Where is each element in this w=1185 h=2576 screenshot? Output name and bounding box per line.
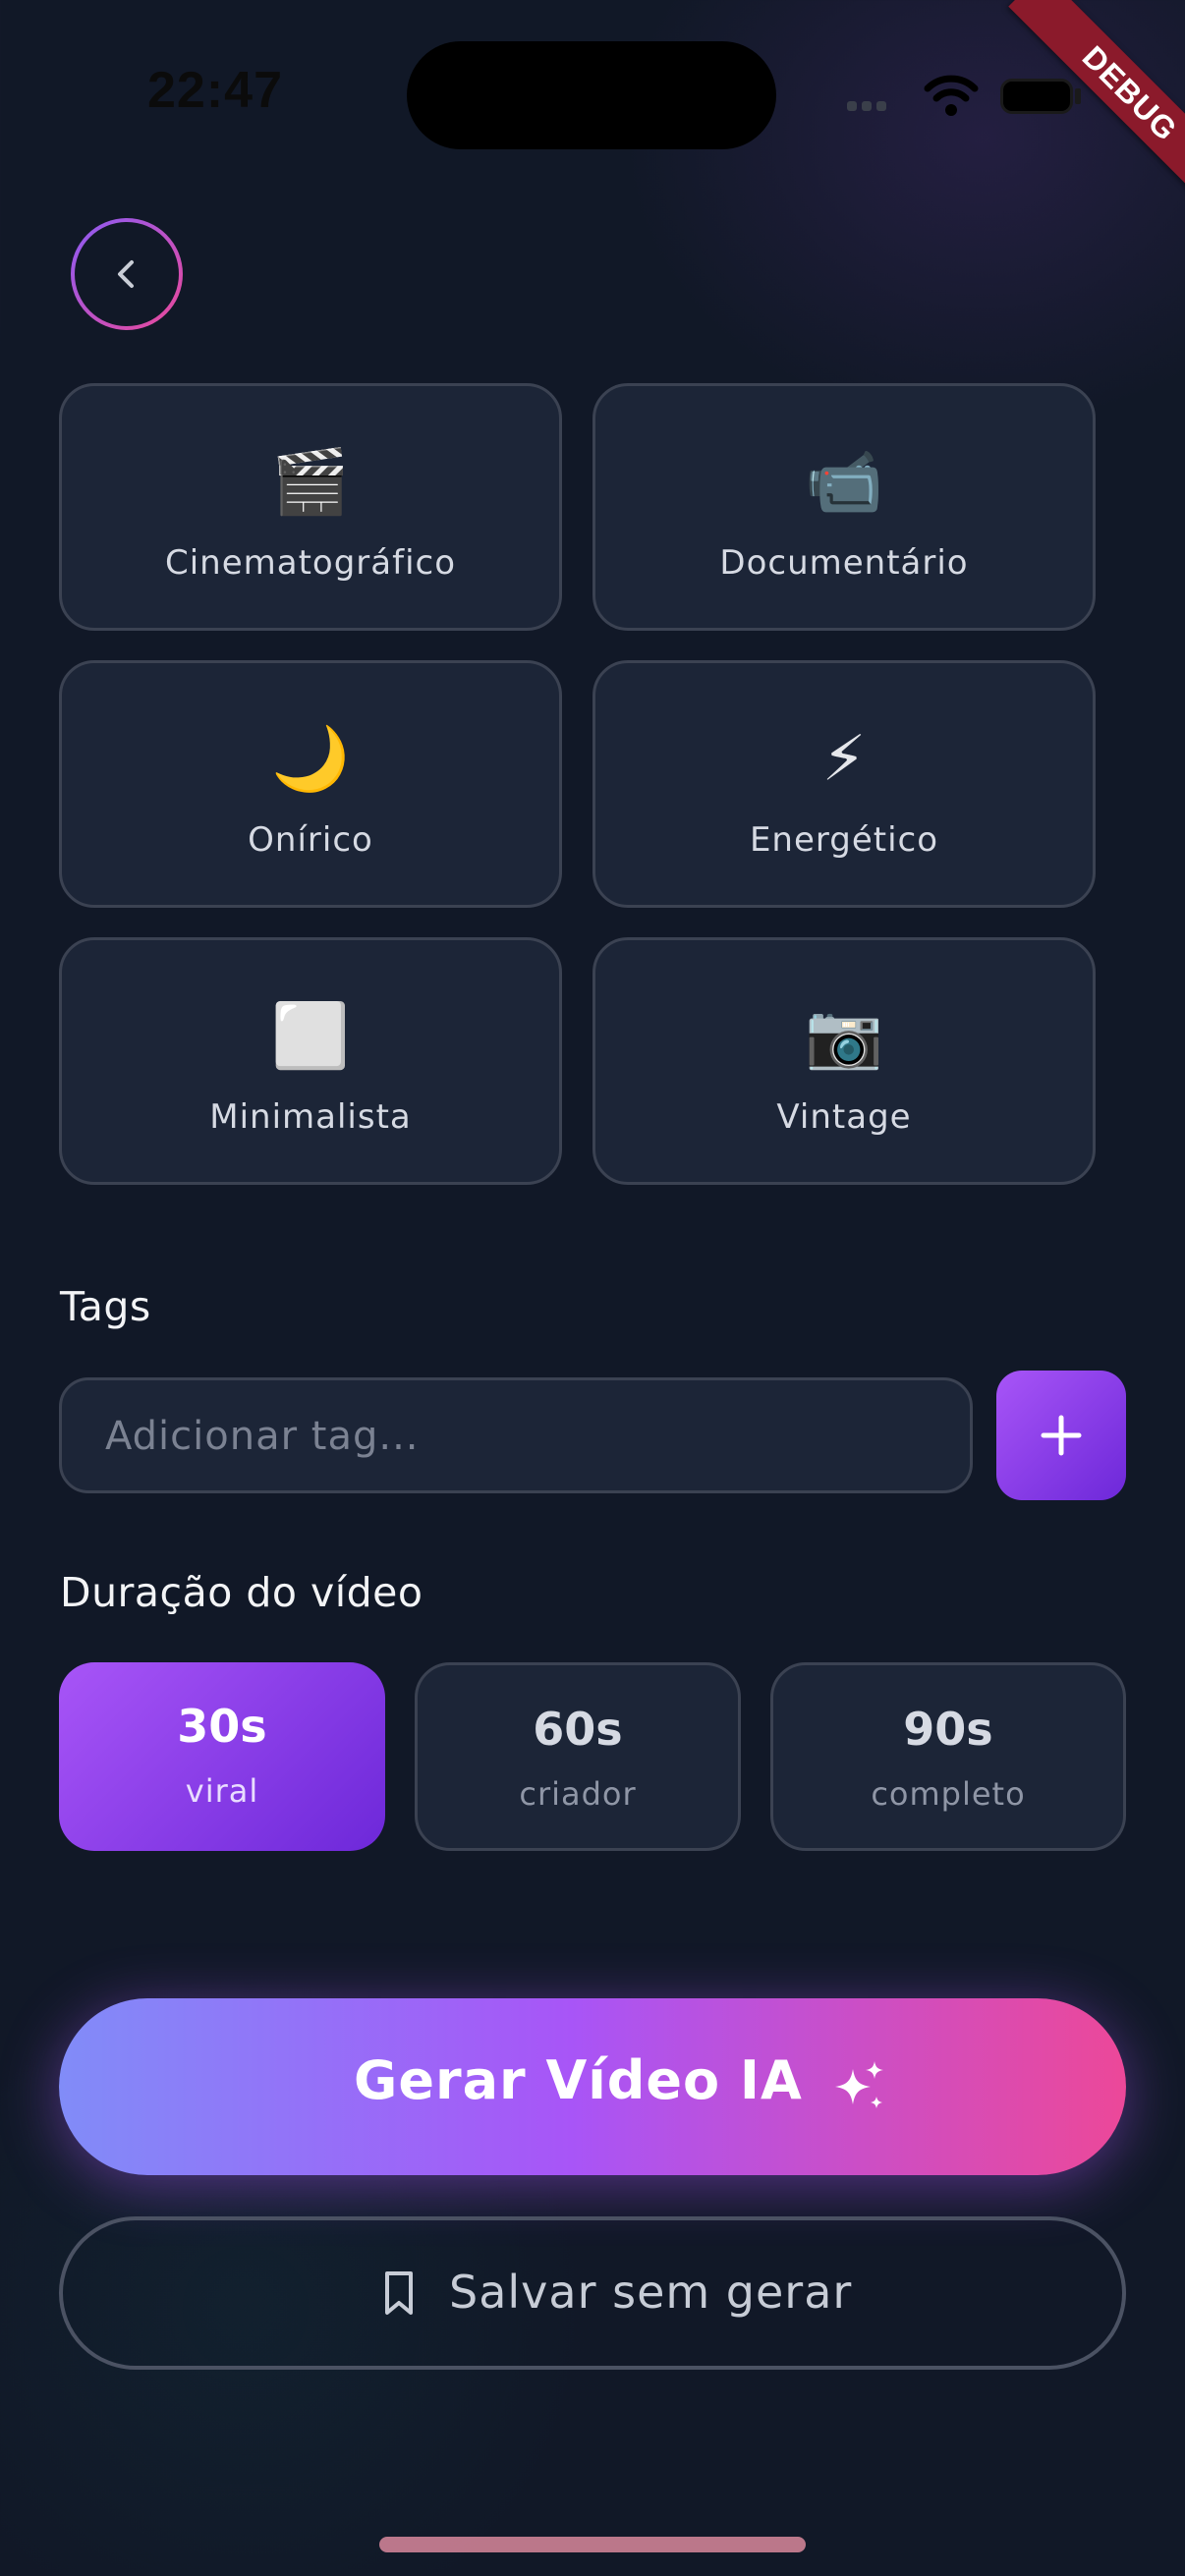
- battery-tip: [1075, 88, 1081, 104]
- style-label: Onírico: [248, 820, 373, 860]
- style-label: Energético: [749, 820, 939, 860]
- cellular-signal-icon: [847, 96, 906, 111]
- duration-option-60s[interactable]: 60s criador: [415, 1662, 741, 1851]
- duration-option-30s[interactable]: 30s viral: [59, 1662, 385, 1851]
- bookmark-icon: [385, 2271, 413, 2315]
- clapperboard-icon: 🎬: [271, 446, 350, 519]
- tag-input[interactable]: Adicionar tag...: [59, 1377, 973, 1493]
- duration-subtitle: viral: [185, 1772, 259, 1810]
- camera-icon: 📷: [805, 1000, 883, 1073]
- add-tag-button[interactable]: [996, 1371, 1126, 1500]
- duration-value: 90s: [903, 1703, 993, 1756]
- back-button[interactable]: [71, 218, 183, 330]
- moon-icon: 🌙: [271, 723, 350, 796]
- duration-option-90s[interactable]: 90s completo: [770, 1662, 1126, 1851]
- generate-video-button[interactable]: Gerar Vídeo IA: [59, 1998, 1126, 2175]
- home-indicator: [379, 2537, 806, 2552]
- duration-value: 30s: [177, 1700, 267, 1753]
- save-without-generating-button[interactable]: Salvar sem gerar: [59, 2216, 1126, 2370]
- duration-value: 60s: [533, 1703, 623, 1756]
- tag-input-placeholder: Adicionar tag...: [105, 1414, 420, 1459]
- battery-icon: [1000, 79, 1073, 114]
- style-label: Cinematográfico: [164, 543, 457, 583]
- style-card-onirico[interactable]: 🌙 Onírico: [59, 660, 562, 908]
- video-camera-icon: 📹: [805, 446, 883, 519]
- chevron-left-icon: [118, 260, 134, 288]
- style-card-energetico[interactable]: ⚡ Energético: [592, 660, 1096, 908]
- style-card-cinematografico[interactable]: 🎬 Cinematográfico: [59, 383, 562, 631]
- dynamic-island: [407, 41, 776, 149]
- duration-subtitle: criador: [519, 1775, 637, 1813]
- generate-label: Gerar Vídeo IA: [354, 2049, 803, 2111]
- style-label: Vintage: [776, 1097, 912, 1137]
- style-label: Minimalista: [209, 1097, 412, 1137]
- status-time: 22:47: [147, 62, 283, 119]
- sparkles-icon: [835, 2061, 883, 2108]
- style-card-minimalista[interactable]: ⬜ Minimalista: [59, 937, 562, 1185]
- style-card-vintage[interactable]: 📷 Vintage: [592, 937, 1096, 1185]
- style-label: Documentário: [719, 543, 969, 583]
- save-label: Salvar sem gerar: [449, 2266, 853, 2319]
- lightning-icon: ⚡: [821, 723, 867, 796]
- plus-icon: [1041, 1415, 1082, 1456]
- style-card-documentario[interactable]: 📹 Documentário: [592, 383, 1096, 631]
- duration-title: Duração do vídeo: [60, 1569, 423, 1616]
- duration-subtitle: completo: [871, 1775, 1026, 1813]
- tags-title: Tags: [60, 1283, 151, 1330]
- wifi-icon: [924, 75, 979, 118]
- white-square-icon: ⬜: [271, 1000, 350, 1073]
